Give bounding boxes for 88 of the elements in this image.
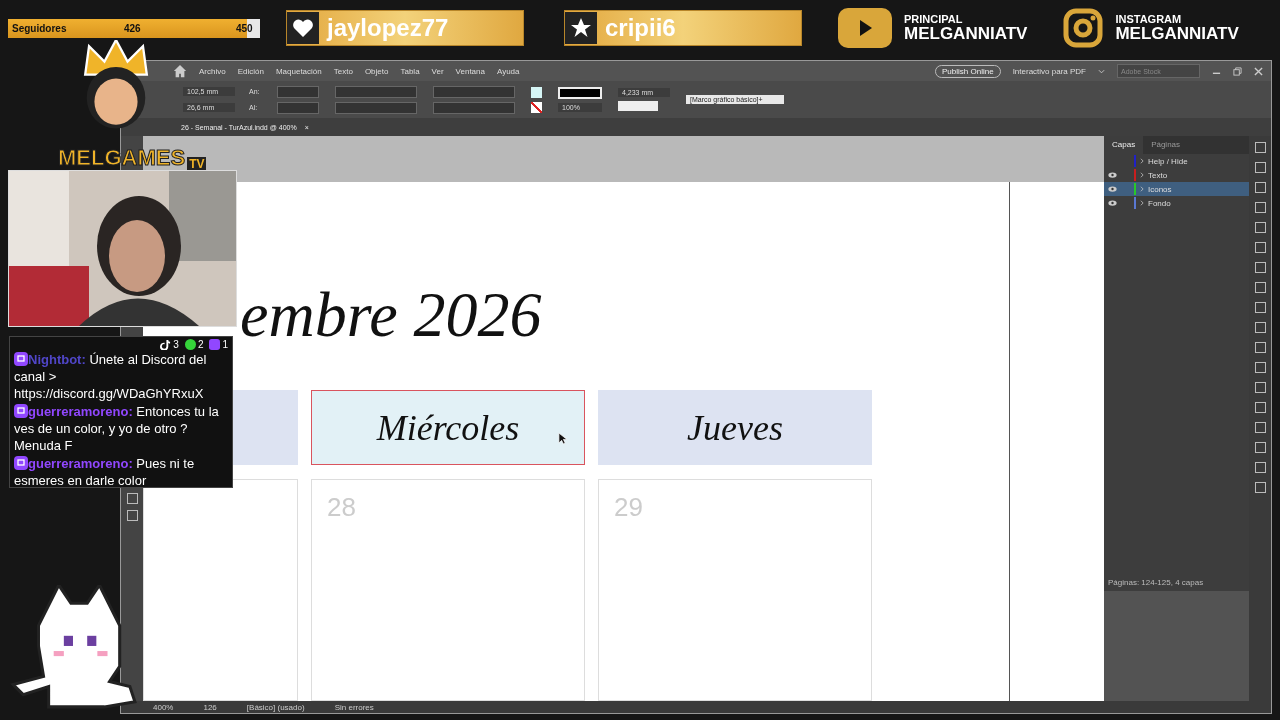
follower-count: 426 (124, 22, 142, 34)
chevron-icon[interactable] (1140, 158, 1144, 164)
eye-icon[interactable] (1107, 200, 1117, 206)
panel-footer: Páginas: 124-125, 4 capas (1104, 574, 1249, 591)
calendar-title: embre 2026 (240, 278, 542, 352)
layer-row[interactable]: Fondo (1104, 196, 1249, 210)
panel-icon[interactable] (1254, 282, 1266, 293)
alert-username: jaylopez77 (327, 14, 449, 42)
layer-name: Texto (1148, 170, 1168, 180)
eye-icon[interactable] (1107, 172, 1117, 178)
panel-icon[interactable] (1254, 142, 1266, 153)
menu-item[interactable]: Objeto (364, 66, 389, 76)
scale-field[interactable] (335, 85, 417, 98)
day-header[interactable]: Jueves (598, 390, 872, 465)
stroke-style-dropdown[interactable] (558, 87, 602, 99)
panel-icon[interactable] (1254, 262, 1266, 273)
panel-icon[interactable] (1254, 482, 1266, 493)
panel-icon[interactable] (1254, 222, 1266, 233)
tv-badge: TV (187, 157, 207, 171)
restore-icon[interactable] (1233, 66, 1242, 76)
panel-icon[interactable] (1254, 382, 1266, 393)
layer-row[interactable]: Iconos (1104, 182, 1249, 196)
layer-row[interactable]: Texto (1104, 168, 1249, 182)
social-label: INSTAGRAM (1115, 14, 1183, 25)
play-icon (838, 8, 892, 48)
chat-message: guerreramoreno: Pues ni te esmeres en darle color (14, 455, 196, 487)
camera-icon (1063, 8, 1104, 48)
platform-count: 2 (197, 339, 204, 350)
frame-preview (618, 101, 658, 111)
cursor-icon (558, 432, 567, 445)
menu-item[interactable]: Ventana (455, 66, 485, 76)
panel-tab[interactable]: Capas (1104, 136, 1144, 154)
workspace-dropdown[interactable]: Interactivo para PDF (1012, 66, 1086, 76)
panel-icon[interactable] (1254, 202, 1266, 213)
home-icon[interactable] (173, 64, 187, 78)
platform-count: 1 (222, 339, 228, 350)
social-handle: MELGANNIATV (904, 25, 1028, 42)
panel-icon[interactable] (1254, 162, 1266, 173)
panel-icon[interactable] (1254, 242, 1266, 253)
width-field[interactable] (277, 85, 319, 98)
day-header[interactable]: Miércoles (311, 390, 585, 465)
height-field[interactable] (277, 101, 319, 114)
follower-label: Seguidores (12, 22, 68, 34)
social-label: PRINCIPAL (904, 14, 964, 25)
chat-message: Nightbot: Únete al Discord del canal > https://discord.gg/WDaGhYRxuX (14, 351, 208, 402)
tool-icon[interactable] (126, 510, 138, 521)
layer-name: Fondo (1148, 198, 1171, 208)
menu-item[interactable]: Texto (333, 66, 353, 76)
chat-message: guerreramoreno: Entonces tu la ves de un color, y yo de otro ? Menuda F (14, 403, 220, 454)
panel-icon[interactable] (1254, 462, 1266, 473)
preflight-status[interactable]: Sin errores (334, 702, 374, 712)
panel-icon[interactable] (1254, 402, 1266, 413)
eye-icon[interactable] (1107, 186, 1117, 192)
menu-item[interactable]: Maquetación (275, 66, 322, 76)
panel-tab[interactable]: Páginas (1143, 136, 1189, 154)
panel-icon[interactable] (1254, 362, 1266, 373)
panel-icon[interactable] (1254, 182, 1266, 193)
note-icon (160, 339, 172, 350)
zoom-field[interactable]: 400% (153, 702, 174, 712)
platform-count: 3 (173, 339, 179, 350)
social-handle: MELGANNIATV (1115, 25, 1239, 42)
chevron-icon[interactable] (1140, 186, 1144, 192)
menu-item[interactable]: Tabla (400, 66, 420, 76)
close-icon[interactable] (1254, 66, 1263, 76)
menu-item[interactable]: Archivo (199, 66, 226, 76)
chevron-icon[interactable] (1140, 200, 1144, 206)
fill-swatch[interactable] (531, 86, 542, 98)
stroke-swatch[interactable] (531, 101, 542, 113)
panel-icon[interactable] (1254, 422, 1266, 433)
shear-field[interactable] (433, 101, 515, 114)
style-field[interactable]: [Básico] (usado) (246, 702, 305, 712)
menu-item[interactable]: Ver (431, 66, 444, 76)
layer-row[interactable]: Help / Hide (1104, 154, 1249, 168)
tool-icon[interactable] (126, 493, 138, 504)
panel-icon[interactable] (1254, 322, 1266, 333)
panel-icon[interactable] (1254, 302, 1266, 313)
menu-item[interactable]: Edición (237, 66, 264, 76)
layer-name: Help / Hide (1148, 156, 1188, 166)
chevron-icon[interactable] (1140, 172, 1144, 178)
menu-item[interactable]: Ayuda (496, 66, 520, 76)
rotate-field[interactable] (433, 85, 515, 98)
alert-username: cripii6 (605, 14, 676, 42)
caret-icon[interactable] (1098, 68, 1105, 74)
panel-icon[interactable] (1254, 442, 1266, 453)
scale-field[interactable] (335, 101, 417, 114)
layer-name: Iconos (1148, 184, 1172, 194)
page-field[interactable]: 126 (203, 702, 217, 712)
panel-icon[interactable] (1254, 342, 1266, 353)
